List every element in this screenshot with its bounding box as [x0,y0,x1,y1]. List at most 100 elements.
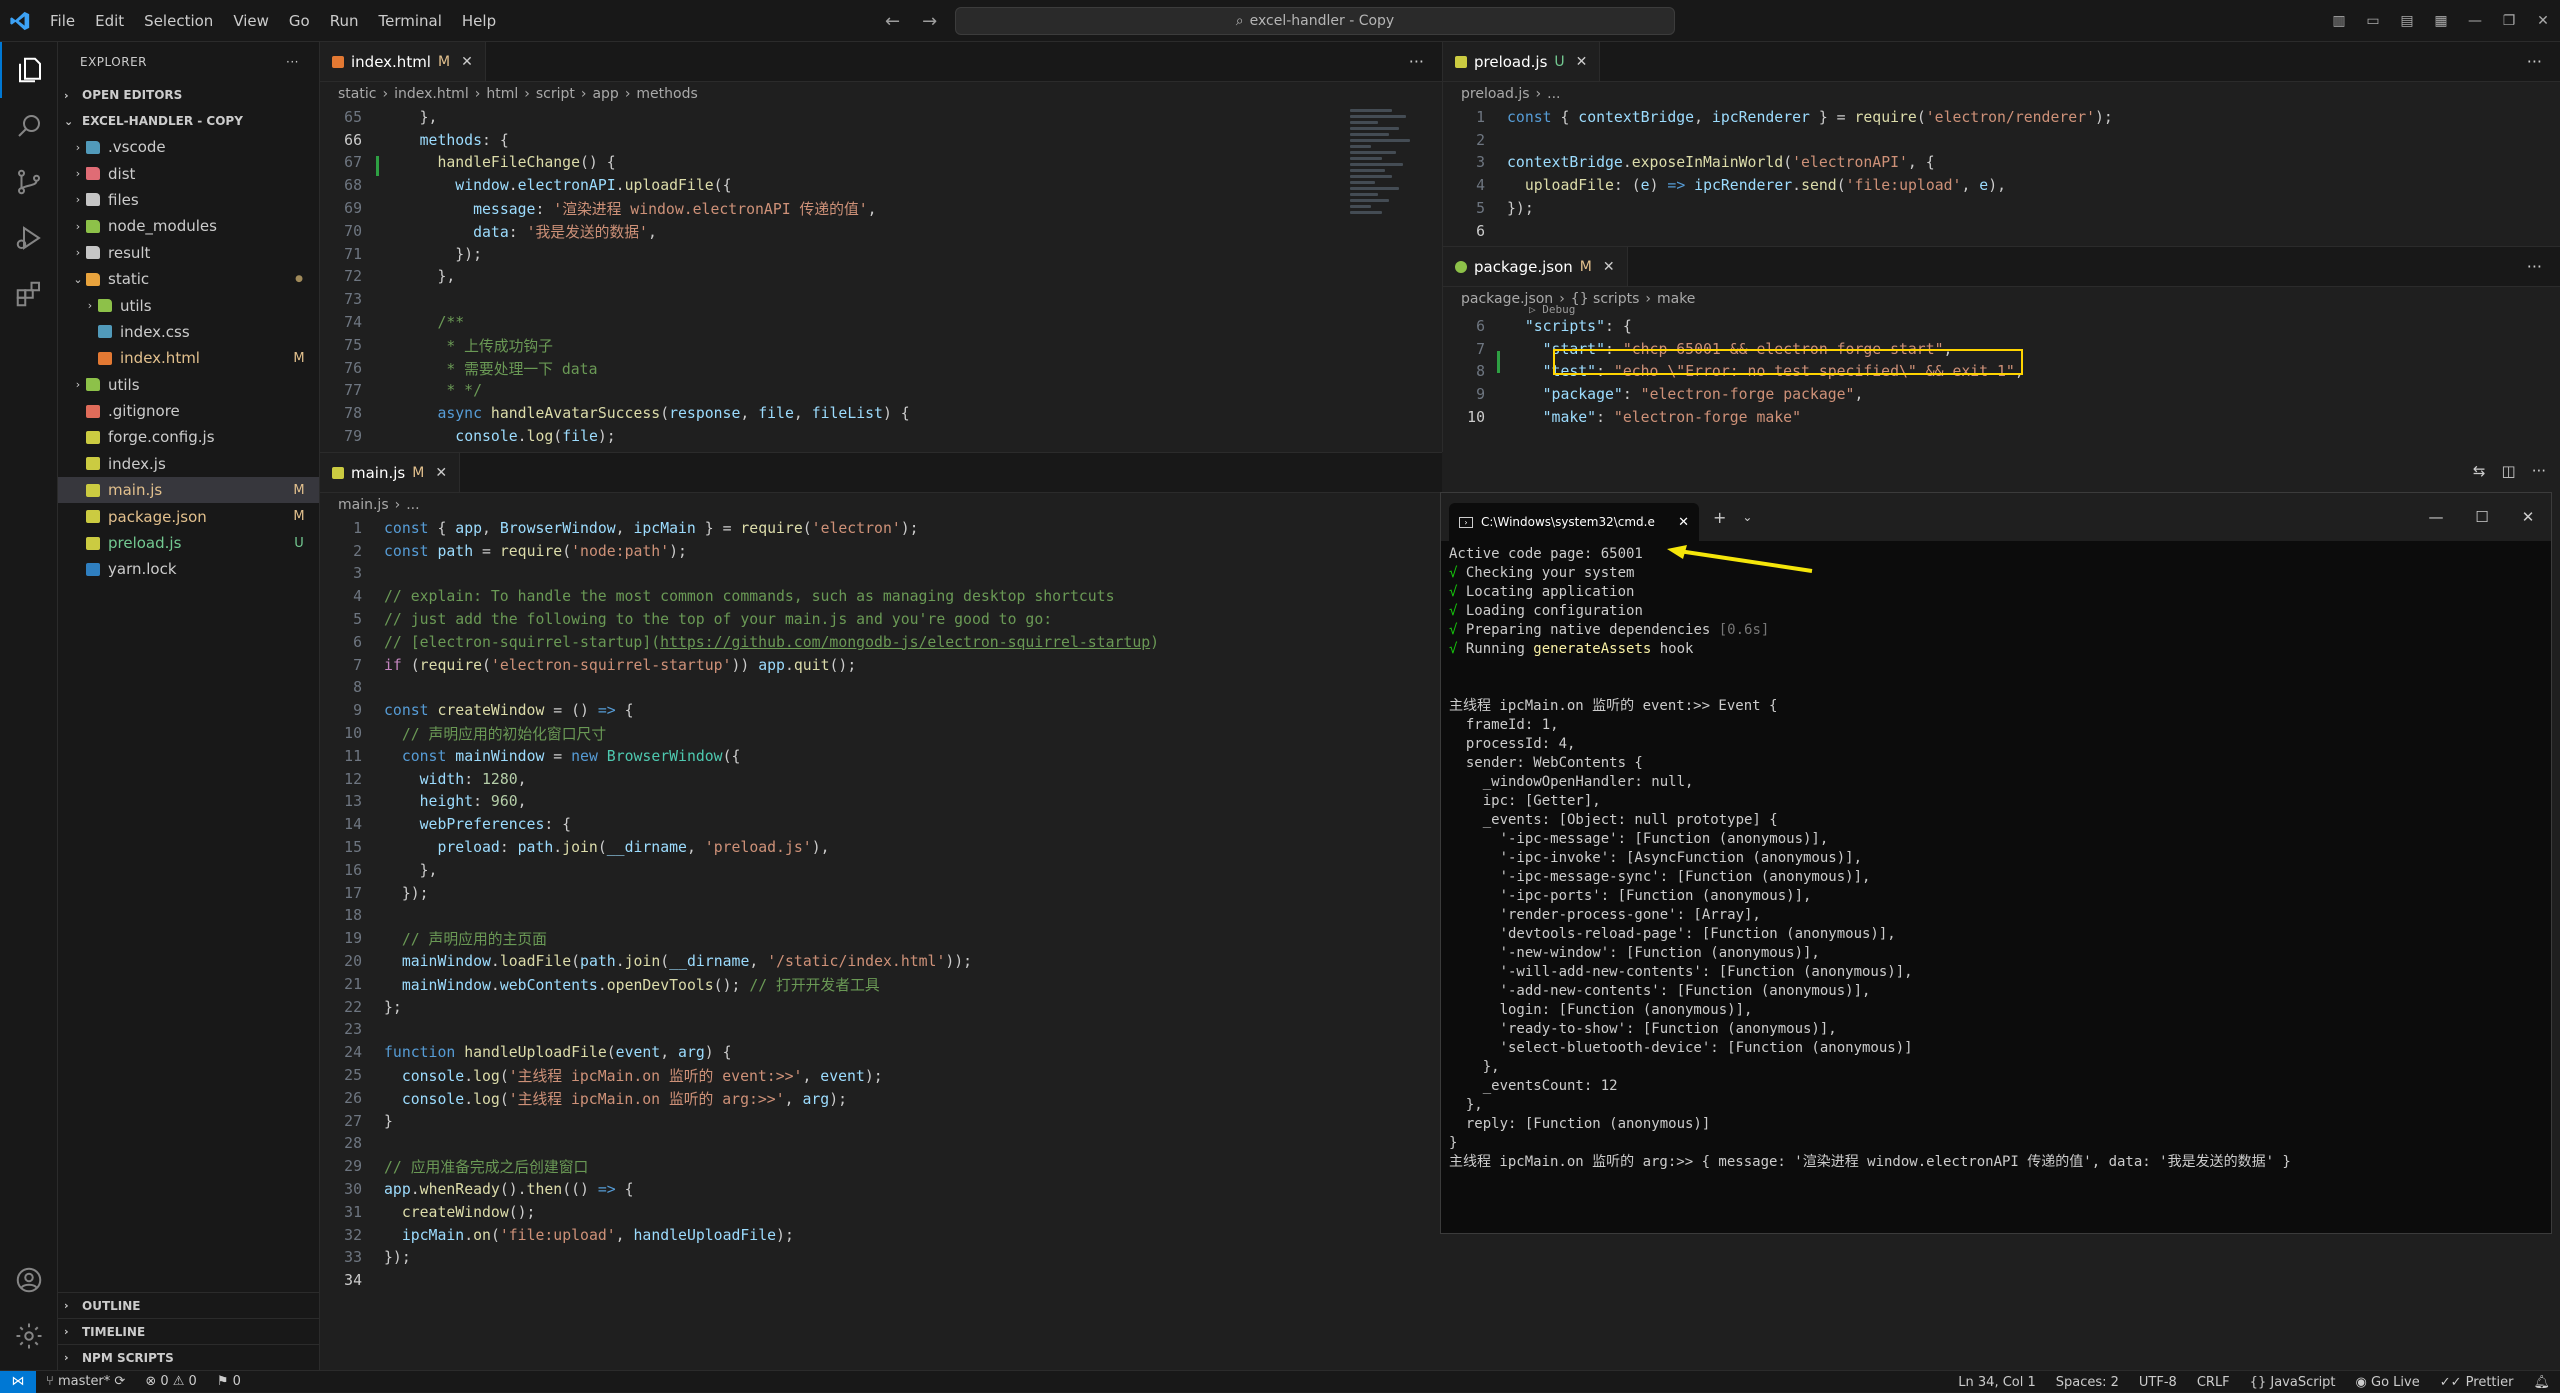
search-view-icon[interactable] [0,98,58,154]
tree-item[interactable]: index.css [58,319,319,345]
more-actions-icon[interactable]: ··· [286,55,299,69]
tree-item[interactable]: › result [58,240,319,266]
file-icon [86,562,100,576]
source-control-icon[interactable] [0,154,58,210]
indentation[interactable]: Spaces: 2 [2046,1375,2129,1390]
code-area[interactable]: 1 const { app, BrowserWindow, ipcMain } =… [320,517,1442,1292]
git-branch[interactable]: ⑂ master* ⟳ [36,1374,135,1389]
title-bar: File Edit Selection View Go Run Terminal Help ←… [0,0,2560,42]
minimize-icon[interactable]: — [2413,508,2459,526]
toggle-panel-icon[interactable]: ▭ [2356,13,2390,29]
prettier-status[interactable]: ✓✓ Prettier [2430,1375,2524,1390]
debug-codelens[interactable]: ▷ Debug [1443,303,2560,316]
tab-close-icon[interactable]: ✕ [1603,259,1615,275]
menu-item-edit[interactable]: Edit [85,0,134,42]
code-area[interactable]: 65 }, 66 methods: { 67 handleFileChange(… [320,106,1442,448]
tree-item[interactable]: › dist [58,160,319,186]
customize-layout-icon[interactable]: ▦ [2424,13,2458,29]
project-section[interactable]: ⌄ EXCEL-HANDLER - COPY [58,108,319,134]
breadcrumb-item[interactable]: ... [406,497,419,513]
terminal-output[interactable]: Active code page: 65001 √ Checking your s… [1441,541,2551,1176]
file-icon [86,457,100,471]
encoding[interactable]: UTF-8 [2129,1375,2187,1390]
close-icon[interactable]: ✕ [2526,13,2560,29]
tree-item[interactable]: › .vscode [58,134,319,160]
breadcrumb-item[interactable]: static [338,86,376,102]
maximize-icon[interactable]: ☐ [2459,508,2505,526]
restore-icon[interactable]: ❐ [2492,13,2526,29]
tree-item[interactable]: yarn.lock [58,556,319,582]
tree-item[interactable]: package.json M [58,503,319,529]
tree-item[interactable]: main.js M [58,477,319,504]
menu-item-help[interactable]: Help [452,0,506,42]
tree-item[interactable]: › files [58,187,319,213]
tree-item[interactable]: › utils [58,292,319,318]
tree-item[interactable]: index.html M [58,345,319,371]
tree-item[interactable]: ⌄ static ● [58,266,319,292]
forward-arrow-icon[interactable]: → [922,11,937,32]
remote-icon[interactable]: ⋈ [0,1370,36,1393]
breadcrumb-item[interactable]: ... [1547,86,1560,102]
menu-item-go[interactable]: Go [279,0,320,42]
terminal-tab[interactable]: › C:\Windows\system32\cmd.e ✕ [1449,503,1699,541]
tab-main-js[interactable]: main.js M ✕ [320,453,461,492]
code-area[interactable]: 1 const { contextBridge, ipcRenderer } = … [1443,106,2560,243]
tree-item[interactable]: › node_modules [58,213,319,239]
breadcrumb-item[interactable]: index.html [394,86,469,102]
compare-icon[interactable]: ⇆ [2473,462,2486,480]
section-timeline[interactable]: › TIMELINE [58,1318,320,1344]
line-ending[interactable]: CRLF [2187,1375,2240,1390]
section-outline[interactable]: › OUTLINE [58,1292,320,1318]
cursor-position[interactable]: Ln 34, Col 1 [1948,1375,2045,1390]
tree-item[interactable]: index.js [58,451,319,477]
more-actions-icon[interactable]: ··· [2532,462,2546,480]
tab-package-json[interactable]: package.json M ✕ [1443,247,1628,286]
toggle-sidebar-icon[interactable]: ▥ [2322,13,2356,29]
more-actions-icon[interactable]: ··· [2527,257,2542,276]
back-arrow-icon[interactable]: ← [885,11,900,32]
menu-item-file[interactable]: File [40,0,85,42]
toggle-secondary-sidebar-icon[interactable]: ▤ [2390,13,2424,29]
section-npm-scripts[interactable]: › NPM SCRIPTS [58,1344,320,1370]
minimize-icon[interactable]: — [2458,13,2492,29]
tab-index-html[interactable]: index.html M ✕ [320,42,486,81]
extensions-icon[interactable] [0,266,58,322]
new-tab-plus-icon[interactable]: + [1713,508,1726,527]
tab-close-icon[interactable]: ✕ [435,465,447,481]
language-mode[interactable]: {} JavaScript [2240,1375,2346,1390]
breadcrumb-item[interactable]: app [592,86,618,102]
chevron-down-icon[interactable]: ⌄ [1742,510,1752,524]
tab-preload-js[interactable]: preload.js U ✕ [1443,42,1601,81]
tab-close-icon[interactable]: ✕ [461,54,473,70]
minimap[interactable] [1350,106,1420,326]
menu-item-view[interactable]: View [223,0,279,42]
breadcrumb-item[interactable]: main.js [338,497,389,513]
open-editors-section[interactable]: › OPEN EDITORS [58,82,319,108]
breadcrumb-item[interactable]: html [486,86,518,102]
run-debug-icon[interactable] [0,210,58,266]
more-actions-icon[interactable]: ··· [1409,52,1424,71]
settings-gear-icon[interactable] [0,1308,58,1364]
breadcrumb-item[interactable]: preload.js [1461,86,1530,102]
accounts-icon[interactable] [0,1252,58,1308]
go-live-button[interactable]: ◉ Go Live [2346,1375,2430,1390]
problems-indicator[interactable]: ⊗ 0 ⚠ 0 [135,1374,207,1389]
menu-item-terminal[interactable]: Terminal [369,0,452,42]
tree-item[interactable]: .gitignore [58,398,319,424]
tree-item[interactable]: › utils [58,372,319,398]
close-icon[interactable]: ✕ [2505,508,2551,526]
menu-item-run[interactable]: Run [320,0,369,42]
ports-indicator[interactable]: ⚑ 0 [207,1374,251,1389]
tab-close-icon[interactable]: ✕ [1576,54,1588,70]
tree-item[interactable]: preload.js U [58,530,319,556]
explorer-icon[interactable] [0,42,58,98]
breadcrumb-item[interactable]: methods [636,86,697,102]
terminal-tab-close-icon[interactable]: ✕ [1678,515,1689,530]
tree-item[interactable]: forge.config.js [58,424,319,450]
notifications-bell-icon[interactable]: 🔔︎ [2523,1375,2560,1390]
menu-item-selection[interactable]: Selection [134,0,223,42]
command-center-search[interactable]: ⌕ excel-handler - Copy [955,7,1675,35]
split-editor-icon[interactable]: ◫ [2502,462,2516,480]
more-actions-icon[interactable]: ··· [2527,52,2542,71]
breadcrumb-item[interactable]: script [536,86,575,102]
